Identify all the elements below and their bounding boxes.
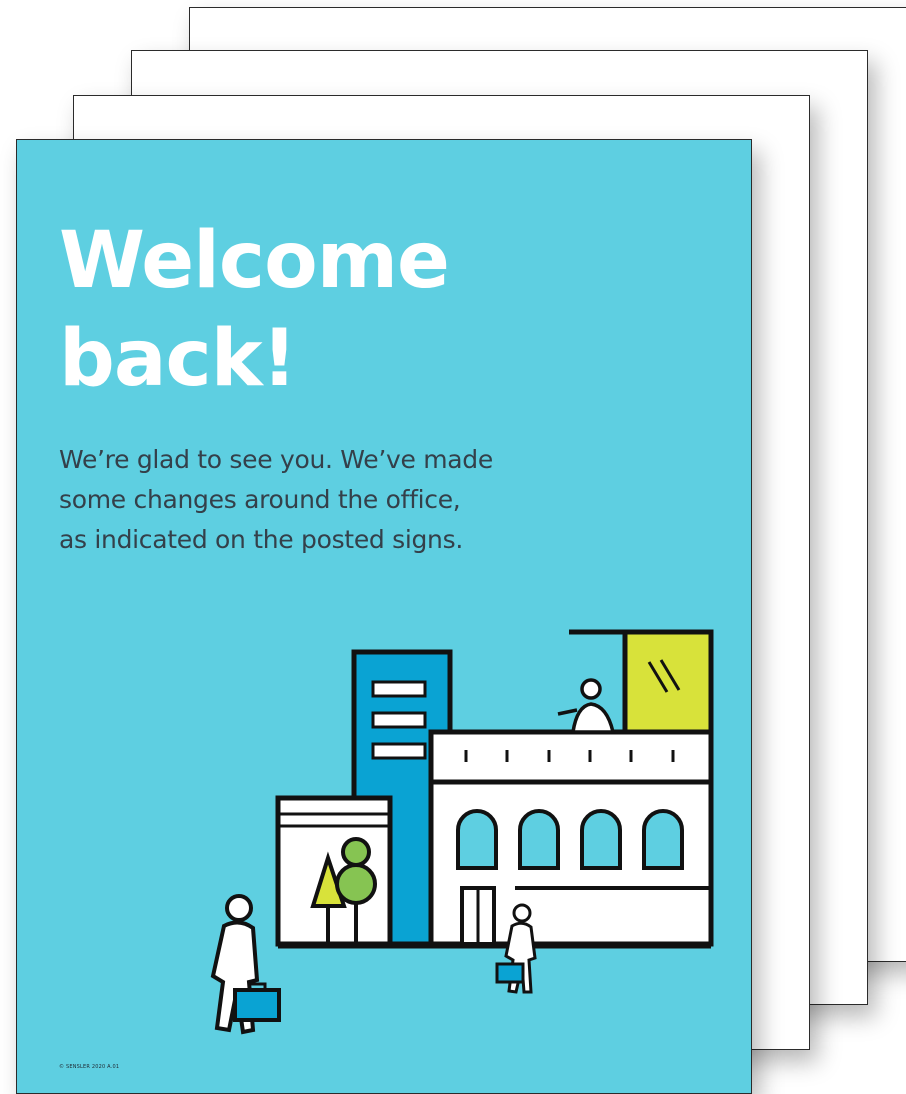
small-person-head [512,903,532,923]
welcome-poster: Welcome back! We’re glad to see you. We’… [16,139,752,1094]
round-tree-top [341,837,371,867]
briefcase [233,988,281,1022]
arched-window [580,809,622,870]
yellow-window [622,629,714,735]
small-briefcase [495,962,525,984]
walking-person-head [225,894,253,922]
rooftop-person-body [570,702,616,734]
office-buildings-illustration [210,629,714,1035]
arched-window [456,809,498,870]
rooftop-person-head [580,678,602,700]
copyright-footer: © SENSLER 2020 A.01 [59,1064,120,1070]
arched-window [642,809,684,870]
arched-window [518,809,560,870]
round-tree [335,863,377,905]
main-building-parapet [428,729,714,785]
